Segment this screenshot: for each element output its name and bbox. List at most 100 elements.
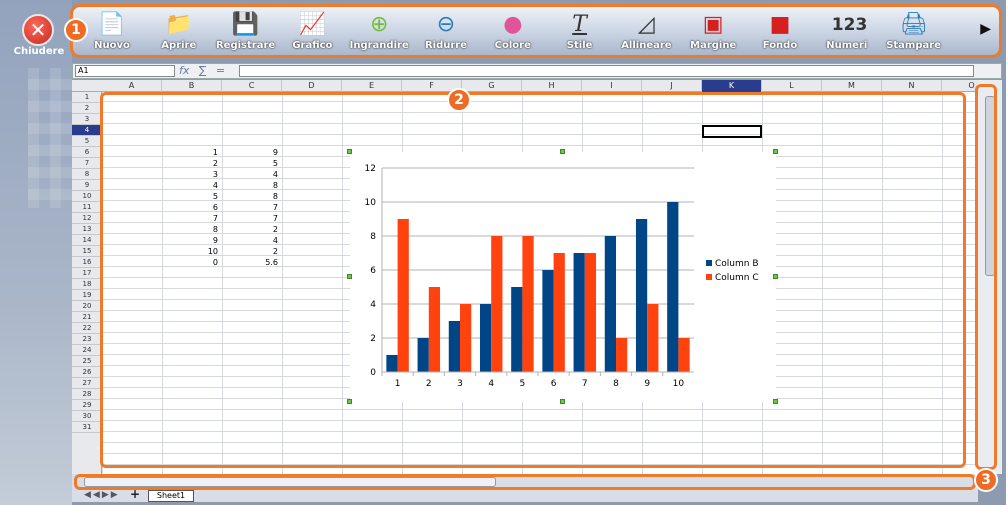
- equals-icon[interactable]: =: [216, 64, 225, 77]
- row-header[interactable]: 19: [72, 290, 102, 301]
- row-header[interactable]: 14: [72, 235, 102, 246]
- toolbar-label: Stampare: [886, 40, 941, 51]
- formula-input[interactable]: [239, 65, 974, 77]
- column-header[interactable]: B: [162, 80, 222, 92]
- chart-icon: 📈: [298, 12, 327, 37]
- row-header[interactable]: 12: [72, 213, 102, 224]
- column-header[interactable]: H: [522, 80, 582, 92]
- column-header[interactable]: I: [582, 80, 642, 92]
- toolbar-grafico-button[interactable]: 📈 Grafico: [277, 11, 347, 51]
- toolbar-margine-button[interactable]: ▣ Margine: [678, 11, 748, 51]
- toolbar-stampare-button[interactable]: 🖨 Stampare: [879, 11, 949, 51]
- row-header[interactable]: 22: [72, 323, 102, 334]
- row-header[interactable]: 29: [72, 400, 102, 411]
- column-headers: ABCDEFGHIJKLMNO: [72, 80, 978, 92]
- function-wizard-icon[interactable]: fx: [179, 64, 189, 77]
- column-header[interactable]: J: [642, 80, 702, 92]
- toolbar-label: Grafico: [292, 40, 333, 51]
- toolbar-next-arrow-icon[interactable]: ▶: [980, 21, 991, 37]
- open-folder-icon: 📁: [165, 12, 193, 37]
- toolbar-colore-button[interactable]: ● Colore: [478, 11, 548, 51]
- toolbar-label: Registrare: [215, 40, 276, 51]
- callout-toolbar: 1: [64, 18, 88, 42]
- row-headers: 1 2 3 4 5 6 7 8 9 10 11 12 13 14 15 16 17 18 19 20 21 22 23 24 2…: [72, 92, 102, 474]
- toolbar-stile-button[interactable]: T Stile: [545, 11, 615, 51]
- row-header[interactable]: 9: [72, 180, 102, 191]
- row-header[interactable]: 6: [72, 147, 102, 158]
- row-header[interactable]: 26: [72, 367, 102, 378]
- row-header[interactable]: 18: [72, 279, 102, 290]
- row-header[interactable]: 24: [72, 345, 102, 356]
- toolbar-aprire-button[interactable]: 📁 Aprire: [144, 11, 214, 51]
- row-header[interactable]: 28: [72, 389, 102, 400]
- toolbar-label: Colore: [494, 40, 531, 51]
- row-header[interactable]: 7: [72, 158, 102, 169]
- row-header[interactable]: 3: [72, 114, 102, 125]
- toolbar-allineare-button[interactable]: ◿ Allineare: [611, 11, 681, 51]
- print-icon: 🖨: [899, 12, 928, 37]
- horizontal-scroll-highlight: [74, 474, 976, 490]
- toolbar-label: Numeri: [826, 40, 868, 51]
- row-header[interactable]: 21: [72, 312, 102, 323]
- row-header[interactable]: 15: [72, 246, 102, 257]
- row-header[interactable]: 17: [72, 268, 102, 279]
- toolbar-registrare-button[interactable]: 💾 Registrare: [211, 11, 281, 51]
- new-document-icon: 📄: [98, 12, 126, 37]
- toolbar: 📄 Nuovo 📁 Aprire 💾 Registrare 📈 Grafico ⊕ Ingrand…: [70, 4, 1002, 58]
- zoom-out-icon: ⊖: [436, 12, 456, 37]
- column-header[interactable]: D: [282, 80, 342, 92]
- row-header[interactable]: 8: [72, 169, 102, 180]
- column-header[interactable]: G: [462, 80, 522, 92]
- sheet-nav-arrows[interactable]: ◀◀▶▶: [84, 490, 120, 500]
- column-header[interactable]: N: [882, 80, 942, 92]
- column-header[interactable]: M: [822, 80, 882, 92]
- toolbar-label: Allineare: [621, 40, 672, 51]
- column-header[interactable]: O: [942, 80, 978, 92]
- row-header[interactable]: 16: [72, 257, 102, 268]
- sheet-area-highlight: [100, 92, 966, 468]
- toolbar-label: Stile: [566, 40, 593, 51]
- sheet-tab[interactable]: Sheet1: [148, 490, 194, 502]
- row-header[interactable]: 11: [72, 202, 102, 213]
- row-header[interactable]: 25: [72, 356, 102, 367]
- callout-sheet-area: 2: [447, 88, 471, 112]
- row-header[interactable]: 30: [72, 411, 102, 422]
- toolbar-fondo-button[interactable]: ■ Fondo: [745, 11, 815, 51]
- row-header[interactable]: 2: [72, 103, 102, 114]
- column-header[interactable]: C: [222, 80, 282, 92]
- row-header[interactable]: 23: [72, 334, 102, 345]
- toolbar-ingrandire-button[interactable]: ⊕ Ingrandire: [344, 11, 414, 51]
- row-header[interactable]: 13: [72, 224, 102, 235]
- toolbar-label: Aprire: [161, 40, 197, 51]
- column-header[interactable]: E: [342, 80, 402, 92]
- margin-icon: ▣: [702, 12, 724, 37]
- row-header[interactable]: 20: [72, 301, 102, 312]
- row-header[interactable]: 31: [72, 422, 102, 433]
- close-button[interactable]: ✕: [22, 14, 54, 46]
- row-header[interactable]: 1: [72, 92, 102, 103]
- background-pattern: [28, 68, 72, 208]
- sum-icon[interactable]: ∑: [199, 64, 206, 77]
- zoom-in-icon: ⊕: [369, 12, 389, 37]
- toolbar-label: Margine: [690, 40, 737, 51]
- align-icon: ◿: [637, 12, 655, 37]
- row-header[interactable]: 5: [72, 136, 102, 147]
- toolbar-label: Ingrandire: [349, 40, 409, 51]
- formula-bar: A1 fx ∑ =: [72, 63, 1002, 79]
- close-label: Chiudere: [13, 46, 65, 57]
- row-header[interactable]: 4: [72, 125, 102, 136]
- row-header[interactable]: 27: [72, 378, 102, 389]
- numbers-icon: 123: [831, 15, 868, 35]
- toolbar-label: Fondo: [762, 40, 798, 51]
- vertical-scroll-highlight: [975, 84, 997, 470]
- toolbar-label: Ridurre: [424, 40, 468, 51]
- row-header[interactable]: 10: [72, 191, 102, 202]
- column-header[interactable]: K: [702, 80, 762, 92]
- style-icon: T: [572, 12, 587, 37]
- toolbar-numeri-button[interactable]: 123 Numeri: [812, 11, 882, 51]
- column-header[interactable]: L: [762, 80, 822, 92]
- save-icon: 💾: [231, 12, 260, 37]
- column-header[interactable]: A: [102, 80, 162, 92]
- toolbar-ridurre-button[interactable]: ⊖ Ridurre: [411, 11, 481, 51]
- cell-name-box[interactable]: A1: [75, 65, 175, 77]
